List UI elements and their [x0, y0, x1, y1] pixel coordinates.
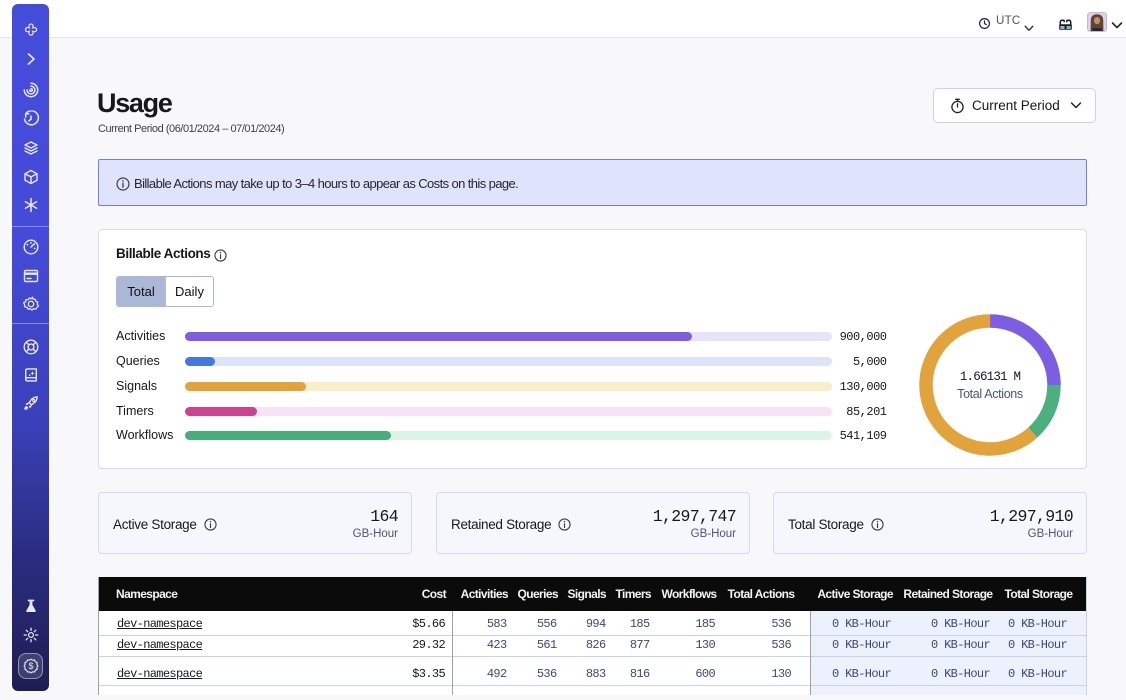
svg-text:$: $ [28, 661, 33, 671]
